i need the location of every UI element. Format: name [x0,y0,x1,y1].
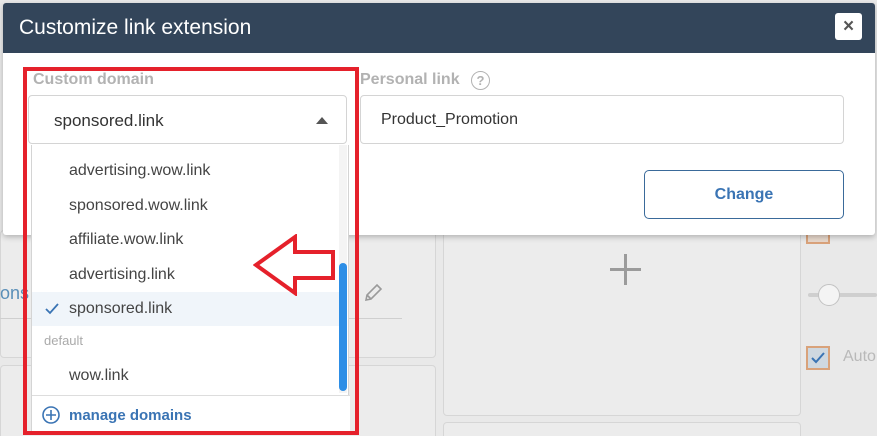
question-circle-icon[interactable]: ? [471,71,490,90]
domain-option[interactable]: advertising.wow.link [32,154,342,188]
domain-option-label: wow.link [69,367,129,384]
modal-title: Customize link extension [19,16,252,39]
custom-domain-label: Custom domain [33,71,154,88]
close-icon: × [842,15,855,37]
background-checkbox [806,346,830,370]
scrollbar-thumb[interactable] [339,263,347,391]
manage-domains-label: manage domains [69,407,192,424]
domain-option-label: advertising.link [69,266,175,283]
background-card-lower [443,422,801,436]
caret-up-icon [316,117,328,124]
custom-domain-select[interactable]: sponsored.link [28,95,347,144]
domain-option-selected[interactable]: sponsored.link [32,292,342,326]
change-button[interactable]: Change [644,170,844,219]
plus-circle-icon [42,406,60,424]
domain-option[interactable]: sponsored.wow.link [32,189,342,223]
group-label-default: default [44,333,84,348]
annotation-arrow-icon [253,234,335,296]
domain-option-label: sponsored.wow.link [69,197,208,214]
background-checkbox-label: Auto [843,348,876,365]
domain-option[interactable]: wow.link [32,359,342,393]
personal-link-label: Personal link [360,71,460,88]
pencil-icon [364,283,383,302]
close-button[interactable]: × [835,13,862,40]
domain-option-label: sponsored.link [69,300,173,317]
plus-icon [608,252,644,288]
personal-link-input[interactable] [360,95,844,144]
background-heading: ons [0,283,30,303]
modal-header: Customize link extension × [3,3,875,53]
background-slider-knob [818,284,840,306]
check-icon [811,352,825,364]
domain-option-label: advertising.wow.link [69,162,211,179]
selected-domain-value: sponsored.link [54,111,164,130]
check-icon [45,303,59,315]
manage-domains-link[interactable]: manage domains [32,395,350,431]
domain-option-label: affiliate.wow.link [69,231,184,248]
